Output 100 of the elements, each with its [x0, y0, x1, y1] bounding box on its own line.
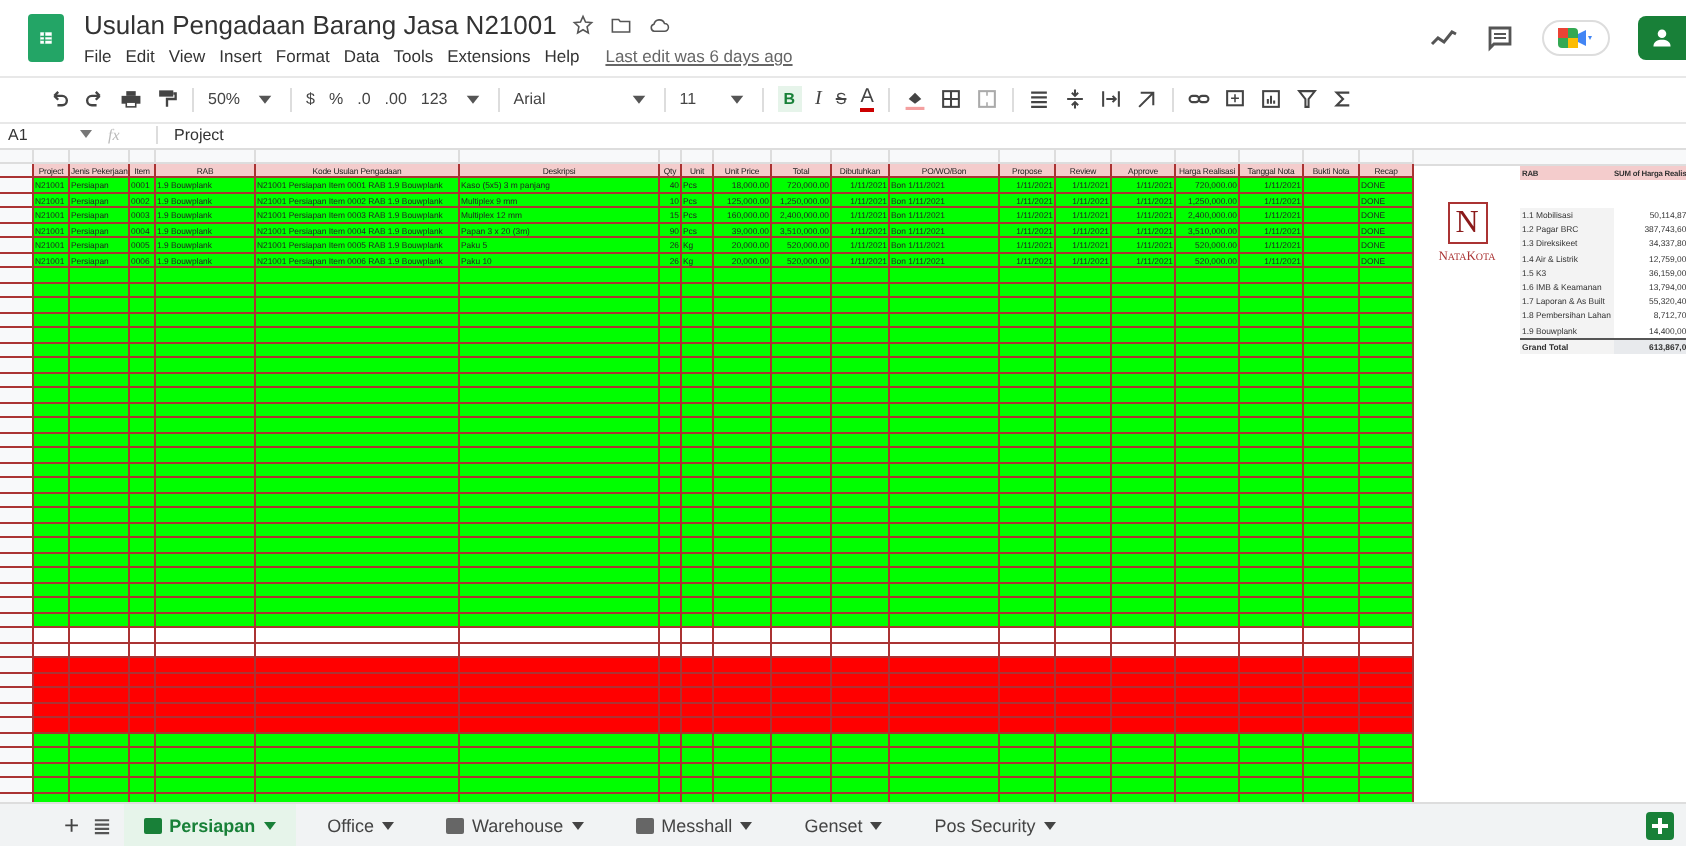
table-row[interactable] — [0, 448, 1414, 464]
sheet-tab[interactable]: Warehouse — [425, 804, 604, 846]
formula-field[interactable]: Project — [174, 126, 224, 145]
menu-item[interactable]: Insert — [219, 45, 262, 66]
row-header[interactable] — [0, 688, 34, 702]
table-row[interactable] — [0, 328, 1414, 344]
chart-icon[interactable] — [1259, 88, 1282, 111]
menu-item[interactable]: Data — [343, 45, 380, 66]
zoom-dropdown[interactable]: 50% — [208, 90, 241, 109]
number-format-dropdown[interactable]: 123 — [420, 90, 448, 109]
decrease-decimal-button[interactable]: .0 — [357, 90, 371, 109]
redo-icon[interactable] — [84, 88, 106, 111]
caret-icon[interactable] — [571, 821, 584, 829]
row-header[interactable] — [0, 598, 34, 612]
menu-item[interactable]: View — [168, 45, 206, 66]
caret-icon[interactable] — [740, 821, 753, 829]
row-header[interactable] — [0, 568, 34, 582]
sheet-icon — [143, 817, 162, 833]
table-row[interactable] — [0, 778, 1414, 794]
table-row[interactable] — [0, 268, 1414, 284]
print-icon[interactable] — [120, 88, 142, 111]
sheet-icon — [445, 817, 464, 833]
undo-icon[interactable] — [48, 88, 70, 111]
row-header[interactable] — [0, 358, 34, 372]
row-header[interactable] — [0, 448, 34, 462]
cloud-icon[interactable] — [648, 13, 671, 36]
text-color-button[interactable]: A — [860, 86, 874, 113]
share-button[interactable] — [1638, 15, 1686, 60]
caret-icon[interactable] — [263, 821, 276, 829]
table-row[interactable] — [0, 508, 1414, 524]
increase-decimal-button[interactable]: .00 — [384, 90, 407, 109]
person-icon — [1650, 25, 1674, 50]
table-row[interactable] — [0, 478, 1414, 494]
paint-format-icon[interactable] — [156, 88, 178, 111]
strikethrough-button[interactable]: S — [835, 90, 847, 109]
row-header[interactable] — [0, 748, 34, 762]
document-title[interactable]: Usulan Pengadaan Barang Jasa N21001 — [84, 9, 557, 40]
caret-icon[interactable] — [1043, 821, 1056, 829]
sheet-tab[interactable]: Genset — [784, 804, 903, 846]
caret-icon[interactable] — [870, 821, 883, 829]
table-row[interactable] — [0, 748, 1414, 764]
row-header[interactable] — [0, 508, 34, 522]
table-row[interactable] — [0, 208, 1414, 224]
sheet-tab[interactable]: Messhall — [615, 804, 773, 846]
caret-icon[interactable] — [381, 821, 394, 829]
wrap-icon[interactable] — [1099, 88, 1122, 111]
folder-icon[interactable] — [610, 13, 633, 36]
meet-button[interactable] — [1542, 19, 1610, 56]
functions-icon[interactable] — [1331, 88, 1354, 111]
sheet-tab[interactable]: Pos Security — [914, 804, 1076, 846]
currency-button[interactable]: $ — [306, 90, 315, 109]
table-row[interactable] — [0, 568, 1414, 584]
menu-item[interactable]: Extensions — [447, 45, 531, 66]
row-header[interactable] — [0, 628, 34, 642]
row-header[interactable] — [0, 208, 34, 222]
percent-button[interactable]: % — [328, 90, 344, 109]
filter-icon[interactable] — [1295, 88, 1318, 111]
star-icon[interactable] — [572, 13, 595, 36]
row-header[interactable] — [0, 778, 34, 792]
table-row[interactable] — [0, 418, 1414, 434]
row-header[interactable] — [0, 478, 34, 492]
row-header[interactable] — [0, 418, 34, 432]
table-row[interactable] — [0, 298, 1414, 314]
add-sheet-button[interactable]: + — [64, 810, 80, 840]
row-header[interactable] — [0, 658, 34, 672]
menu-item[interactable]: Edit — [125, 45, 155, 66]
row-header[interactable] — [0, 268, 34, 282]
row-header[interactable] — [0, 718, 34, 732]
explore-button[interactable] — [1646, 811, 1674, 839]
row-header[interactable] — [0, 238, 34, 252]
align-icon[interactable] — [1027, 88, 1050, 111]
sheet-tab[interactable]: Persiapan — [123, 804, 296, 846]
bold-button[interactable]: B — [777, 86, 802, 113]
menu-item[interactable]: File — [84, 45, 112, 66]
menu-item[interactable]: Format — [275, 45, 330, 66]
row-header[interactable] — [0, 298, 34, 312]
name-box[interactable]: A1 — [0, 126, 80, 145]
borders-icon[interactable] — [939, 88, 962, 111]
table-row[interactable] — [0, 598, 1414, 614]
row-header[interactable] — [0, 328, 34, 342]
font-dropdown[interactable]: Arial — [513, 90, 614, 109]
sheets-logo-icon[interactable] — [28, 13, 64, 62]
menu-item[interactable]: Tools — [393, 45, 434, 66]
row-header[interactable] — [0, 388, 34, 402]
table-row[interactable] — [0, 538, 1414, 554]
vertical-align-icon[interactable] — [1063, 88, 1086, 111]
rotate-icon[interactable] — [1135, 88, 1158, 111]
row-header[interactable] — [0, 538, 34, 552]
menu-item[interactable]: Help — [544, 45, 580, 66]
last-edit-link[interactable]: Last edit was 6 days ago — [605, 45, 793, 66]
table-row[interactable] — [0, 358, 1414, 374]
table-row[interactable] — [0, 628, 1414, 644]
fill-color-icon[interactable] — [903, 88, 926, 111]
font-size-dropdown[interactable]: 11 — [679, 90, 712, 109]
row-header[interactable] — [0, 178, 34, 192]
table-row[interactable] — [0, 178, 1414, 194]
table-row[interactable] — [0, 388, 1414, 404]
italic-button[interactable]: I — [815, 88, 822, 111]
sheet-list-icon[interactable] — [91, 815, 112, 835]
sheet-tab[interactable]: Office — [307, 804, 414, 846]
